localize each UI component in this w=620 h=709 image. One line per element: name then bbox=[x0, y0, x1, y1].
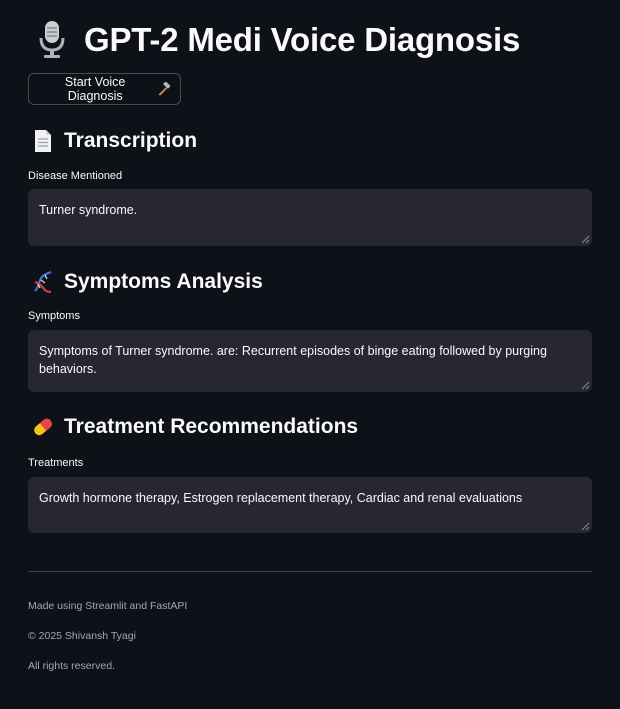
transcription-title: Transcription bbox=[64, 129, 198, 152]
resize-handle-icon[interactable] bbox=[581, 522, 590, 531]
treatment-title: Treatment Recommendations bbox=[64, 415, 359, 438]
footer-rights: All rights reserved. bbox=[28, 660, 115, 672]
symptoms-header: Symptoms Analysis bbox=[32, 267, 263, 297]
start-button-label: Start Voice Diagnosis bbox=[64, 75, 126, 103]
symptoms-title: Symptoms Analysis bbox=[64, 270, 263, 293]
symptoms-label: Symptoms bbox=[28, 310, 80, 322]
disease-mentioned-value: Turner syndrome. bbox=[39, 203, 138, 217]
footer-copyright: © 2025 Shivansh Tyagi bbox=[28, 630, 136, 642]
start-voice-diagnosis-button[interactable]: Start Voice Diagnosis bbox=[28, 73, 181, 105]
page-icon bbox=[35, 130, 51, 152]
treatments-label: Treatments bbox=[28, 457, 84, 469]
symptoms-value: Symptoms of Turner syndrome. are: Recurr… bbox=[39, 344, 547, 376]
footer-made-using: Made using Streamlit and FastAPI bbox=[28, 600, 188, 612]
page-title-row: GPT-2 Medi Voice Diagnosis bbox=[38, 18, 520, 62]
symptoms-textarea[interactable]: Symptoms of Turner syndrome. are: Recurr… bbox=[28, 330, 592, 392]
disease-mentioned-textarea[interactable]: Turner syndrome. bbox=[28, 189, 592, 246]
transcription-header: Transcription bbox=[32, 126, 197, 156]
treatments-value: Growth hormone therapy, Estrogen replace… bbox=[39, 491, 523, 505]
microphone-icon bbox=[39, 21, 65, 58]
treatment-header: Treatment Recommendations bbox=[32, 412, 358, 442]
pill-icon bbox=[34, 418, 52, 436]
dna-icon bbox=[34, 270, 52, 294]
disease-mentioned-label: Disease Mentioned bbox=[28, 170, 123, 182]
page-title: GPT-2 Medi Voice Diagnosis bbox=[84, 21, 521, 58]
treatments-textarea[interactable]: Growth hormone therapy, Estrogen replace… bbox=[28, 477, 592, 533]
resize-handle-icon[interactable] bbox=[581, 381, 590, 390]
footer-divider bbox=[28, 571, 592, 572]
resize-handle-icon[interactable] bbox=[581, 235, 590, 244]
hammer-icon bbox=[159, 82, 171, 96]
